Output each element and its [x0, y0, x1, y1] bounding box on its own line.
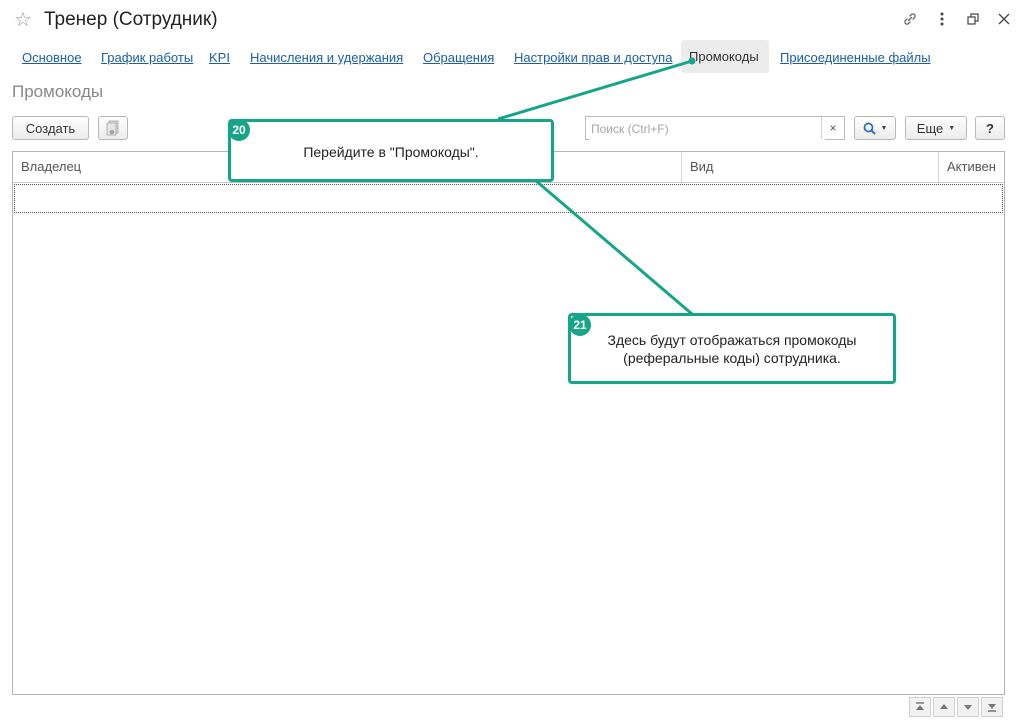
- connector-line-21: [534, 178, 693, 316]
- callout-20: Перейдите в "Промокоды".: [228, 119, 554, 182]
- callout-20-text: Перейдите в "Промокоды".: [303, 144, 479, 160]
- connector-line-20: [497, 59, 693, 121]
- callout-21-badge: 21: [569, 314, 591, 336]
- callout-21: Здесь будут отображаться промокоды (рефе…: [568, 313, 896, 384]
- callout-21-line-1: Здесь будут отображаться промокоды: [607, 332, 857, 348]
- callout-20-badge: 20: [228, 119, 250, 141]
- callout-21-line-2: (реферальные коды) сотрудника.: [623, 350, 841, 366]
- connector-dot-20: [688, 57, 696, 65]
- callout-21-text: Здесь будут отображаться промокоды (рефе…: [571, 331, 893, 367]
